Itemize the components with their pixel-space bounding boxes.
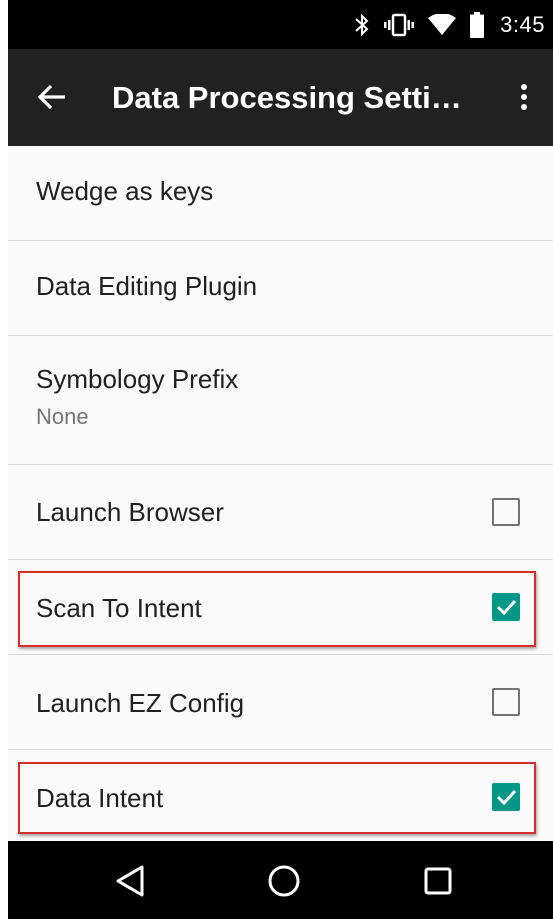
pref-title: Launch Browser — [36, 497, 224, 527]
page-title: Data Processing Setti… — [112, 79, 462, 115]
battery-icon — [470, 11, 485, 38]
scan-to-intent-checkbox[interactable] — [492, 593, 520, 621]
pref-scan-to-intent[interactable]: Scan To Intent — [8, 560, 553, 655]
pref-data-intent[interactable]: Data Intent — [8, 750, 553, 845]
settings-screen: 3:45 Data Processing Setti… Wedge as key… — [8, 0, 553, 919]
overflow-menu-button[interactable] — [509, 77, 539, 117]
pref-launch-ez-config[interactable]: Launch EZ Config — [8, 655, 553, 750]
bluetooth-icon — [354, 13, 370, 37]
pref-summary: None — [36, 404, 89, 429]
nav-recents-button[interactable] — [420, 863, 456, 899]
check-icon — [496, 789, 517, 806]
back-triangle-icon — [116, 865, 144, 897]
nav-back-button[interactable] — [112, 863, 148, 899]
navigation-bar — [8, 841, 553, 919]
pref-title: Symbology Prefix — [36, 364, 239, 394]
more-vert-icon — [521, 84, 527, 110]
pref-title: Data Intent — [36, 783, 164, 813]
nav-home-button[interactable] — [266, 863, 302, 899]
home-circle-icon — [268, 865, 300, 897]
recents-square-icon — [424, 867, 452, 895]
launch-ez-config-checkbox[interactable] — [492, 688, 520, 716]
app-bar: Data Processing Setti… — [8, 49, 553, 146]
launch-browser-checkbox[interactable] — [492, 498, 520, 526]
status-bar: 3:45 — [8, 0, 553, 49]
settings-list: Wedge as keys Data Editing Plugin Symbol… — [8, 146, 553, 845]
pref-title: Wedge as keys — [36, 176, 214, 206]
arrow-back-icon — [37, 84, 65, 110]
pref-title: Launch EZ Config — [36, 688, 245, 718]
pref-launch-browser[interactable]: Launch Browser — [8, 465, 553, 560]
back-button[interactable] — [32, 77, 72, 117]
pref-wedge-as-keys[interactable]: Wedge as keys — [8, 146, 553, 241]
wifi-icon — [428, 13, 457, 36]
status-icons: 3:45 — [354, 0, 545, 49]
status-time: 3:45 — [500, 11, 545, 37]
check-icon — [496, 599, 517, 616]
pref-title: Data Editing Plugin — [36, 271, 258, 301]
pref-symbology-prefix[interactable]: Symbology Prefix None — [8, 336, 553, 465]
vibrate-icon — [384, 13, 415, 37]
pref-data-editing-plugin[interactable]: Data Editing Plugin — [8, 241, 553, 336]
pref-title: Scan To Intent — [36, 593, 202, 623]
data-intent-checkbox[interactable] — [492, 783, 520, 811]
